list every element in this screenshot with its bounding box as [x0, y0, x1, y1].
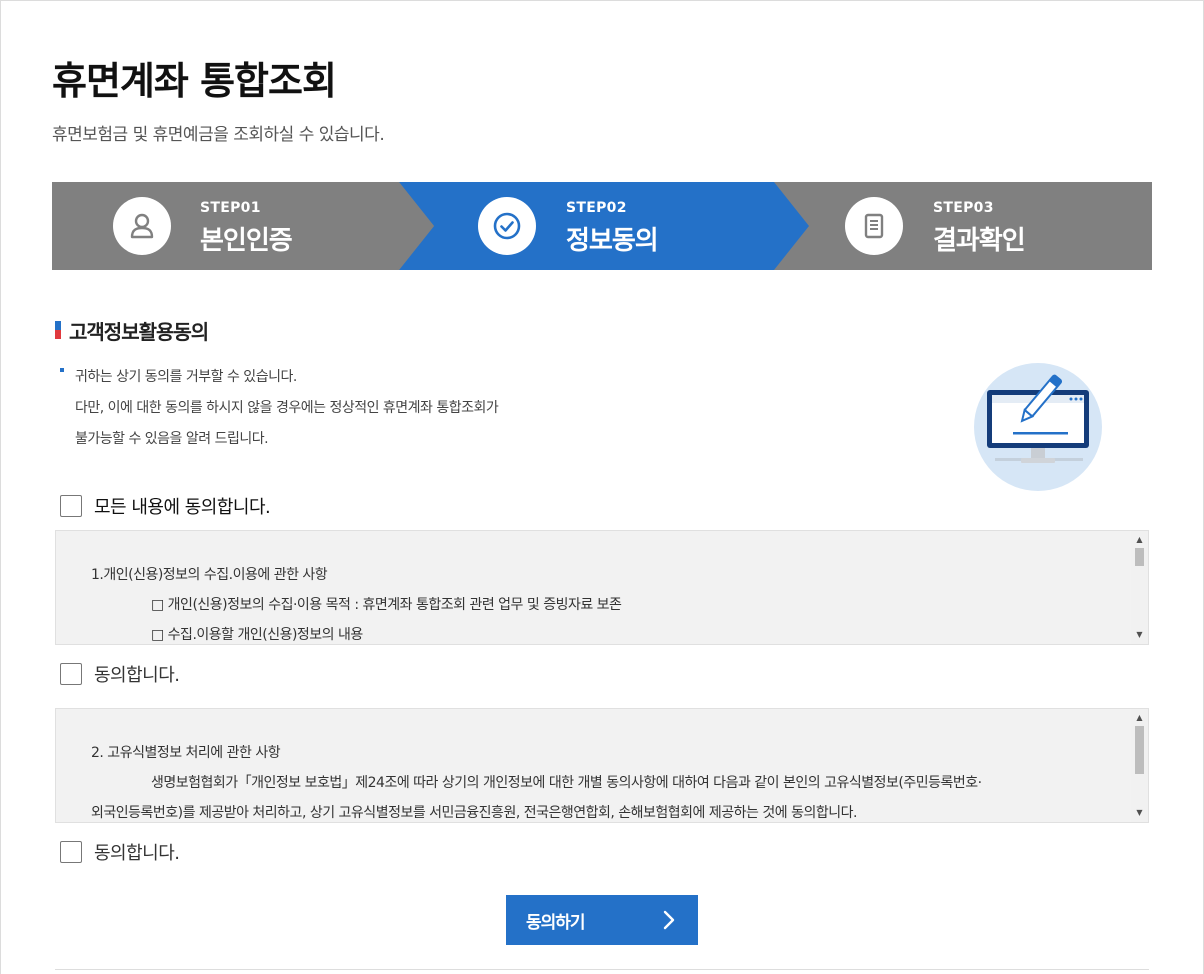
monitor-pen-icon: [974, 363, 1102, 491]
chevron-right-icon: [663, 910, 675, 930]
terms-2-line-2: 외국인등록번호)를 제공받아 처리하고, 상기 고유식별정보를 서민금융진흥원,…: [91, 805, 857, 821]
section-heading: 고객정보활용동의: [55, 318, 209, 344]
agree-submit-button[interactable]: 동의하기: [506, 895, 698, 945]
step-3-label: 결과확인: [933, 226, 1026, 256]
terms-2-line-1: 생명보험협회가「개인정보 보호법」제24조에 따라 상기의 개인정보에 대한 개…: [151, 775, 982, 791]
document-icon: [845, 197, 903, 255]
check-circle-icon: [478, 197, 536, 255]
terms-2-scroll-thumb[interactable]: [1135, 726, 1144, 774]
terms-2-agree-row[interactable]: 동의합니다.: [60, 839, 180, 865]
terms-1-scroll-thumb[interactable]: [1135, 548, 1144, 566]
step-2-label: 정보동의: [566, 226, 659, 256]
scroll-up-icon[interactable]: ▲: [1131, 711, 1148, 725]
terms-1-line-2: □ 수집.이용할 개인(신용)정보의 내용: [151, 627, 363, 643]
step-3: STEP03 결과확인: [809, 182, 1152, 270]
scroll-up-icon[interactable]: ▲: [1131, 533, 1148, 547]
notice-line-3: 불가능할 수 있음을 알려 드립니다.: [75, 431, 269, 447]
terms-1-agree-row[interactable]: 동의합니다.: [60, 661, 180, 687]
terms-1-checkbox[interactable]: [60, 663, 82, 685]
terms-1-line-1: □ 개인(신용)정보의 수집·이용 목적 : 휴면계좌 통합조회 관련 업무 및…: [151, 597, 622, 613]
bottom-divider: [55, 969, 1149, 970]
step-1-number: STEP01: [200, 200, 261, 216]
terms-1-agree-label[interactable]: 동의합니다.: [94, 661, 180, 687]
agree-all-checkbox[interactable]: [60, 495, 82, 517]
notice-line-1: 귀하는 상기 동의를 거부할 수 있습니다.: [75, 369, 297, 385]
scroll-down-icon[interactable]: ▼: [1131, 628, 1148, 642]
section-title: 고객정보활용동의: [69, 319, 209, 344]
bullet-icon: [60, 368, 64, 372]
step-progress-bar: STEP01 본인인증 STEP02 정보동의 STEP03 결과확인: [52, 182, 1152, 270]
terms-2-agree-label[interactable]: 동의합니다.: [94, 839, 180, 865]
section-marker-icon: [55, 321, 61, 339]
person-icon: [113, 197, 171, 255]
terms-1-scrollbar[interactable]: ▲ ▼: [1131, 531, 1148, 644]
terms-2-checkbox[interactable]: [60, 841, 82, 863]
agree-submit-label[interactable]: 동의하기: [526, 908, 586, 933]
page-subtitle: 휴면보험금 및 휴면예금을 조회하실 수 있습니다.: [52, 125, 385, 145]
step-2-number: STEP02: [566, 200, 627, 216]
step-1: STEP01 본인인증: [52, 182, 399, 270]
terms-2-heading: 2. 고유식별정보 처리에 관한 사항: [91, 745, 281, 761]
notice-line-2: 다만, 이에 대한 동의를 하시지 않을 경우에는 정상적인 휴면계좌 통합조회…: [75, 400, 499, 416]
agree-all-label[interactable]: 모든 내용에 동의합니다.: [94, 493, 271, 519]
step-1-label: 본인인증: [200, 226, 293, 256]
terms-1-heading: 1.개인(신용)정보의 수집.이용에 관한 사항: [91, 567, 328, 583]
terms-2-scrollbar[interactable]: ▲ ▼: [1131, 709, 1148, 822]
page-title: 휴면계좌 통합조회: [52, 59, 337, 103]
consent-notice: 귀하는 상기 동의를 거부할 수 있습니다. 다만, 이에 대한 동의를 하시지…: [60, 362, 620, 455]
terms-box-1[interactable]: 1.개인(신용)정보의 수집.이용에 관한 사항 □ 개인(신용)정보의 수집·…: [55, 530, 1149, 645]
agree-all-row[interactable]: 모든 내용에 동의합니다.: [60, 493, 271, 519]
step-2: STEP02 정보동의: [422, 182, 802, 270]
scroll-down-icon[interactable]: ▼: [1131, 806, 1148, 820]
step-3-number: STEP03: [933, 200, 994, 216]
terms-box-2[interactable]: 2. 고유식별정보 처리에 관한 사항 생명보험협회가「개인정보 보호법」제24…: [55, 708, 1149, 823]
